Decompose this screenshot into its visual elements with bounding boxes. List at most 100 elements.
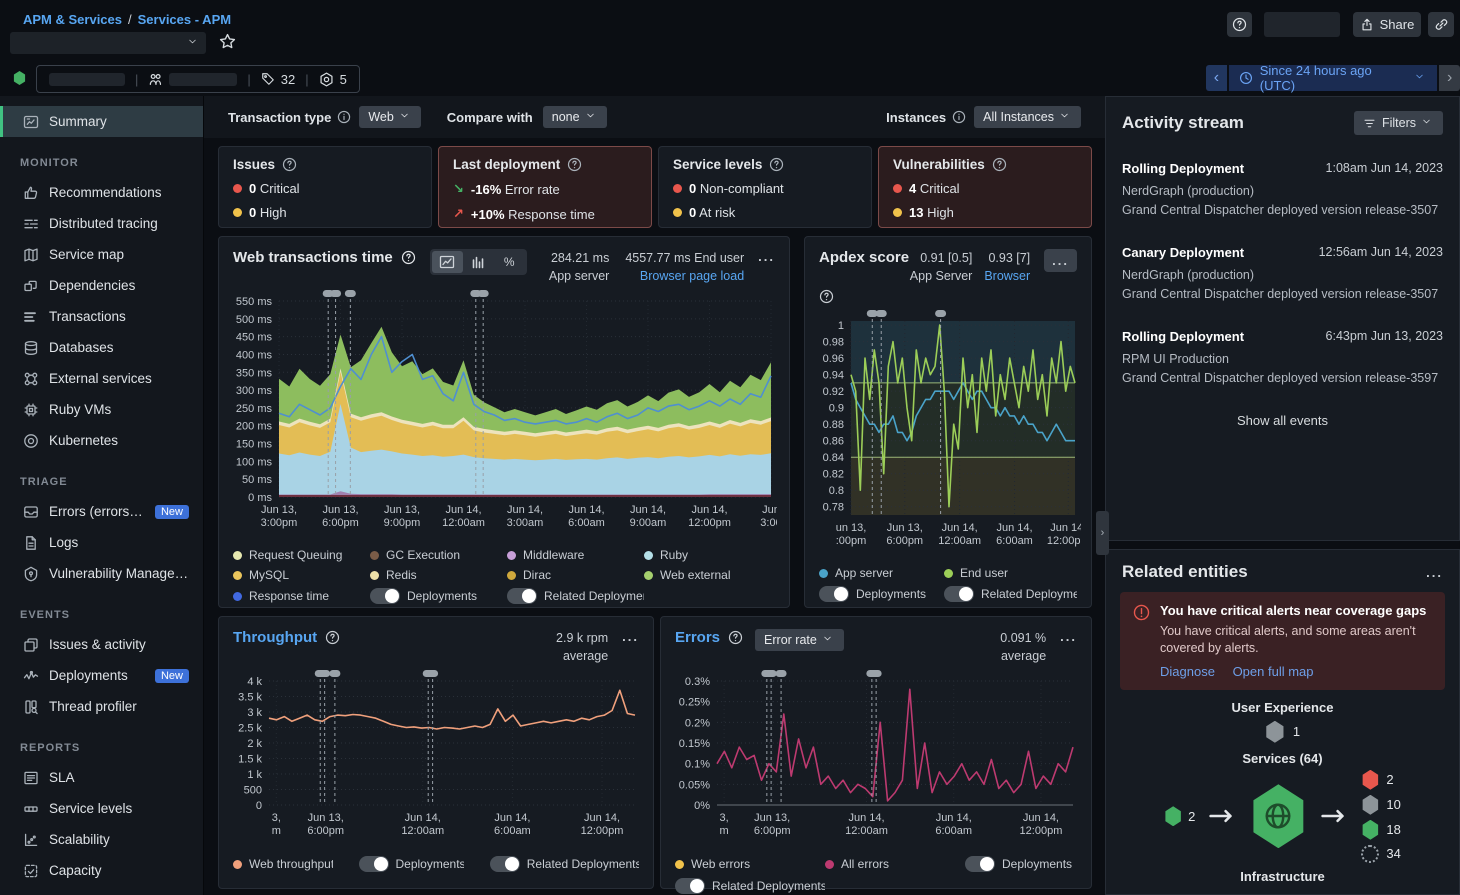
legend-item-gc-execution[interactable]: GC Execution bbox=[370, 548, 507, 562]
throughput-chart[interactable]: 4 k3.5 k3 k2.5 k2 k1.5 k1 k50003,mJun 13… bbox=[219, 669, 653, 849]
legend-item-web-external[interactable]: Web external bbox=[644, 568, 775, 582]
help-icon[interactable] bbox=[567, 157, 582, 172]
activity-event[interactable]: Canary Deployment12:56am Jun 14, 2023Ner… bbox=[1106, 245, 1459, 303]
legend-item-middleware[interactable]: Middleware bbox=[507, 548, 644, 562]
apdex-chart[interactable]: 10.980.960.940.920.90.880.860.840.820.80… bbox=[805, 309, 1091, 559]
more-options-button[interactable]: ... bbox=[622, 629, 639, 644]
deployments-toggle[interactable] bbox=[965, 856, 995, 872]
sidebar-item-ruby-vms[interactable]: Ruby VMs bbox=[0, 394, 203, 425]
compare-with-select[interactable]: none bbox=[543, 106, 607, 128]
legend-item-dirac[interactable]: Dirac bbox=[507, 568, 644, 582]
collapse-panel-handle[interactable]: › bbox=[1096, 511, 1109, 555]
vulnerabilities-card[interactable]: Vulnerabilities4 Critical13 High bbox=[878, 146, 1092, 228]
help-icon[interactable] bbox=[992, 157, 1007, 172]
breadcrumb-services-apm[interactable]: Services - APM bbox=[138, 12, 231, 27]
legend-item-web-errors[interactable]: Web errors bbox=[675, 856, 825, 872]
show-all-events-link[interactable]: Show all events bbox=[1106, 413, 1459, 428]
browser-link[interactable]: Browser bbox=[984, 269, 1030, 283]
legend-item-app-server[interactable]: App server bbox=[819, 566, 944, 580]
sidebar-item-summary[interactable]: Summary bbox=[0, 106, 203, 137]
user-experience-node[interactable]: 1 bbox=[1106, 721, 1459, 743]
legend-item-ruby[interactable]: Ruby bbox=[644, 548, 775, 562]
legend-item-request-queuing[interactable]: Request Queuing bbox=[233, 548, 370, 562]
deployments-toggle[interactable] bbox=[370, 588, 400, 604]
legend-item-end-user[interactable]: End user bbox=[944, 566, 1077, 580]
related-deployme-toggle[interactable] bbox=[944, 586, 974, 602]
sidebar-item-thread-profiler[interactable]: Thread profiler bbox=[0, 691, 203, 722]
info-icon[interactable] bbox=[337, 110, 351, 124]
help-icon[interactable] bbox=[769, 157, 784, 172]
legend-item-response-time[interactable]: Response time bbox=[233, 588, 370, 604]
sidebar-item-distributed-tracing[interactable]: Distributed tracing bbox=[0, 208, 203, 239]
legend-item-all-errors[interactable]: All errors bbox=[825, 856, 965, 872]
info-icon[interactable] bbox=[952, 110, 966, 124]
breakdown-row-red[interactable]: 2 bbox=[1361, 770, 1400, 790]
transaction-type-select[interactable]: Web bbox=[359, 106, 420, 128]
related-deployments-toggle[interactable] bbox=[675, 878, 705, 894]
sidebar-item-deployments[interactable]: DeploymentsNew bbox=[0, 660, 203, 691]
related-deployments-toggle[interactable] bbox=[490, 856, 520, 872]
sidebar-item-external-services[interactable]: External services bbox=[0, 363, 203, 394]
sidebar-item-transactions[interactable]: Transactions bbox=[0, 301, 203, 332]
related-deployments-toggle[interactable] bbox=[507, 588, 537, 604]
errors-link[interactable]: Errors bbox=[675, 629, 720, 646]
settings-segment[interactable]: 5 bbox=[319, 72, 347, 87]
breakdown-row-dotted[interactable]: 34 bbox=[1361, 845, 1400, 863]
help-icon[interactable] bbox=[325, 630, 340, 645]
sidebar-item-recommendations[interactable]: Recommendations bbox=[0, 177, 203, 208]
percent-toggle[interactable]: % bbox=[494, 251, 525, 273]
browser-page-load-link[interactable]: Browser page load bbox=[640, 269, 744, 283]
legend-item-mysql[interactable]: MySQL bbox=[233, 568, 370, 582]
time-back-button[interactable]: ‹ bbox=[1206, 65, 1227, 91]
help-button[interactable] bbox=[1227, 12, 1252, 37]
upstream-node[interactable]: 2 bbox=[1164, 806, 1195, 826]
more-options-button[interactable]: ... bbox=[1044, 249, 1077, 272]
sidebar-item-service-levels[interactable]: Service levels bbox=[0, 793, 203, 824]
issues-card[interactable]: Issues0 Critical0 High bbox=[218, 146, 432, 228]
activity-event[interactable]: Rolling Deployment1:08am Jun 14, 2023Ner… bbox=[1106, 161, 1459, 219]
legend-item-web-throughput[interactable]: Web throughput bbox=[233, 856, 333, 872]
time-range-button[interactable]: Since 24 hours ago (UTC) bbox=[1229, 65, 1438, 91]
diagnose-link[interactable]: Diagnose bbox=[1160, 664, 1215, 679]
deployments-toggle[interactable] bbox=[819, 586, 849, 602]
sidebar-item-dependencies[interactable]: Dependencies bbox=[0, 270, 203, 301]
breadcrumb-apm-services[interactable]: APM & Services bbox=[23, 12, 122, 27]
instances-select[interactable]: All Instances bbox=[974, 106, 1081, 128]
sidebar-item-issues-activity[interactable]: Issues & activity bbox=[0, 629, 203, 660]
last-deployment-card[interactable]: Last deployment↘-16% Error rate↗+10% Res… bbox=[438, 146, 652, 228]
sidebar-item-capacity[interactable]: Capacity bbox=[0, 855, 203, 886]
sidebar-item-kubernetes[interactable]: Kubernetes bbox=[0, 425, 203, 456]
help-icon[interactable] bbox=[728, 630, 743, 645]
sidebar-item-databases[interactable]: Databases bbox=[0, 332, 203, 363]
more-options-button[interactable]: ... bbox=[758, 249, 775, 264]
filters-button[interactable]: Filters bbox=[1354, 111, 1443, 135]
help-icon[interactable] bbox=[819, 289, 834, 304]
deployments-toggle[interactable] bbox=[359, 856, 389, 872]
current-service-hexagon[interactable] bbox=[1249, 784, 1307, 848]
tags-segment[interactable]: 32 bbox=[261, 72, 295, 87]
share-button[interactable]: Share bbox=[1353, 12, 1421, 37]
team-segment[interactable] bbox=[148, 72, 237, 87]
legend-item-redis[interactable]: Redis bbox=[370, 568, 507, 582]
sidebar-item-service-map[interactable]: Service map bbox=[0, 239, 203, 270]
sidebar-item-logs[interactable]: Logs bbox=[0, 527, 203, 558]
breakdown-row-green[interactable]: 18 bbox=[1361, 820, 1400, 840]
error-rate-select[interactable]: Error rate bbox=[755, 629, 844, 651]
favorite-star-icon[interactable] bbox=[219, 33, 236, 50]
errors-chart[interactable]: 0.3%0.25%0.2%0.15%0.1%0.05%0%3,mJun 13,6… bbox=[661, 669, 1091, 849]
bar-chart-toggle[interactable] bbox=[463, 251, 494, 273]
more-options-button[interactable]: ... bbox=[1060, 629, 1077, 644]
more-options-button[interactable]: ... bbox=[1426, 565, 1443, 580]
time-forward-button[interactable]: › bbox=[1439, 65, 1460, 91]
open-full-map-link[interactable]: Open full map bbox=[1233, 664, 1314, 679]
activity-event[interactable]: Rolling Deployment6:43pm Jun 13, 2023RPM… bbox=[1106, 329, 1459, 387]
web-transactions-chart[interactable]: 550 ms500 ms450 ms400 ms350 ms300 ms250 … bbox=[219, 289, 789, 541]
sidebar-item-sla[interactable]: SLA bbox=[0, 762, 203, 793]
service-levels-card[interactable]: Service levels0 Non-compliant0 At risk bbox=[658, 146, 872, 228]
breakdown-row-gray[interactable]: 10 bbox=[1361, 795, 1400, 815]
help-icon[interactable] bbox=[401, 250, 416, 265]
sidebar-item-vulnerability-management[interactable]: Vulnerability Management bbox=[0, 558, 203, 589]
help-icon[interactable] bbox=[282, 157, 297, 172]
sidebar-item-errors-errors-inbox[interactable]: Errors (errors inbox)New bbox=[0, 496, 203, 527]
entity-name-select[interactable] bbox=[10, 32, 206, 54]
